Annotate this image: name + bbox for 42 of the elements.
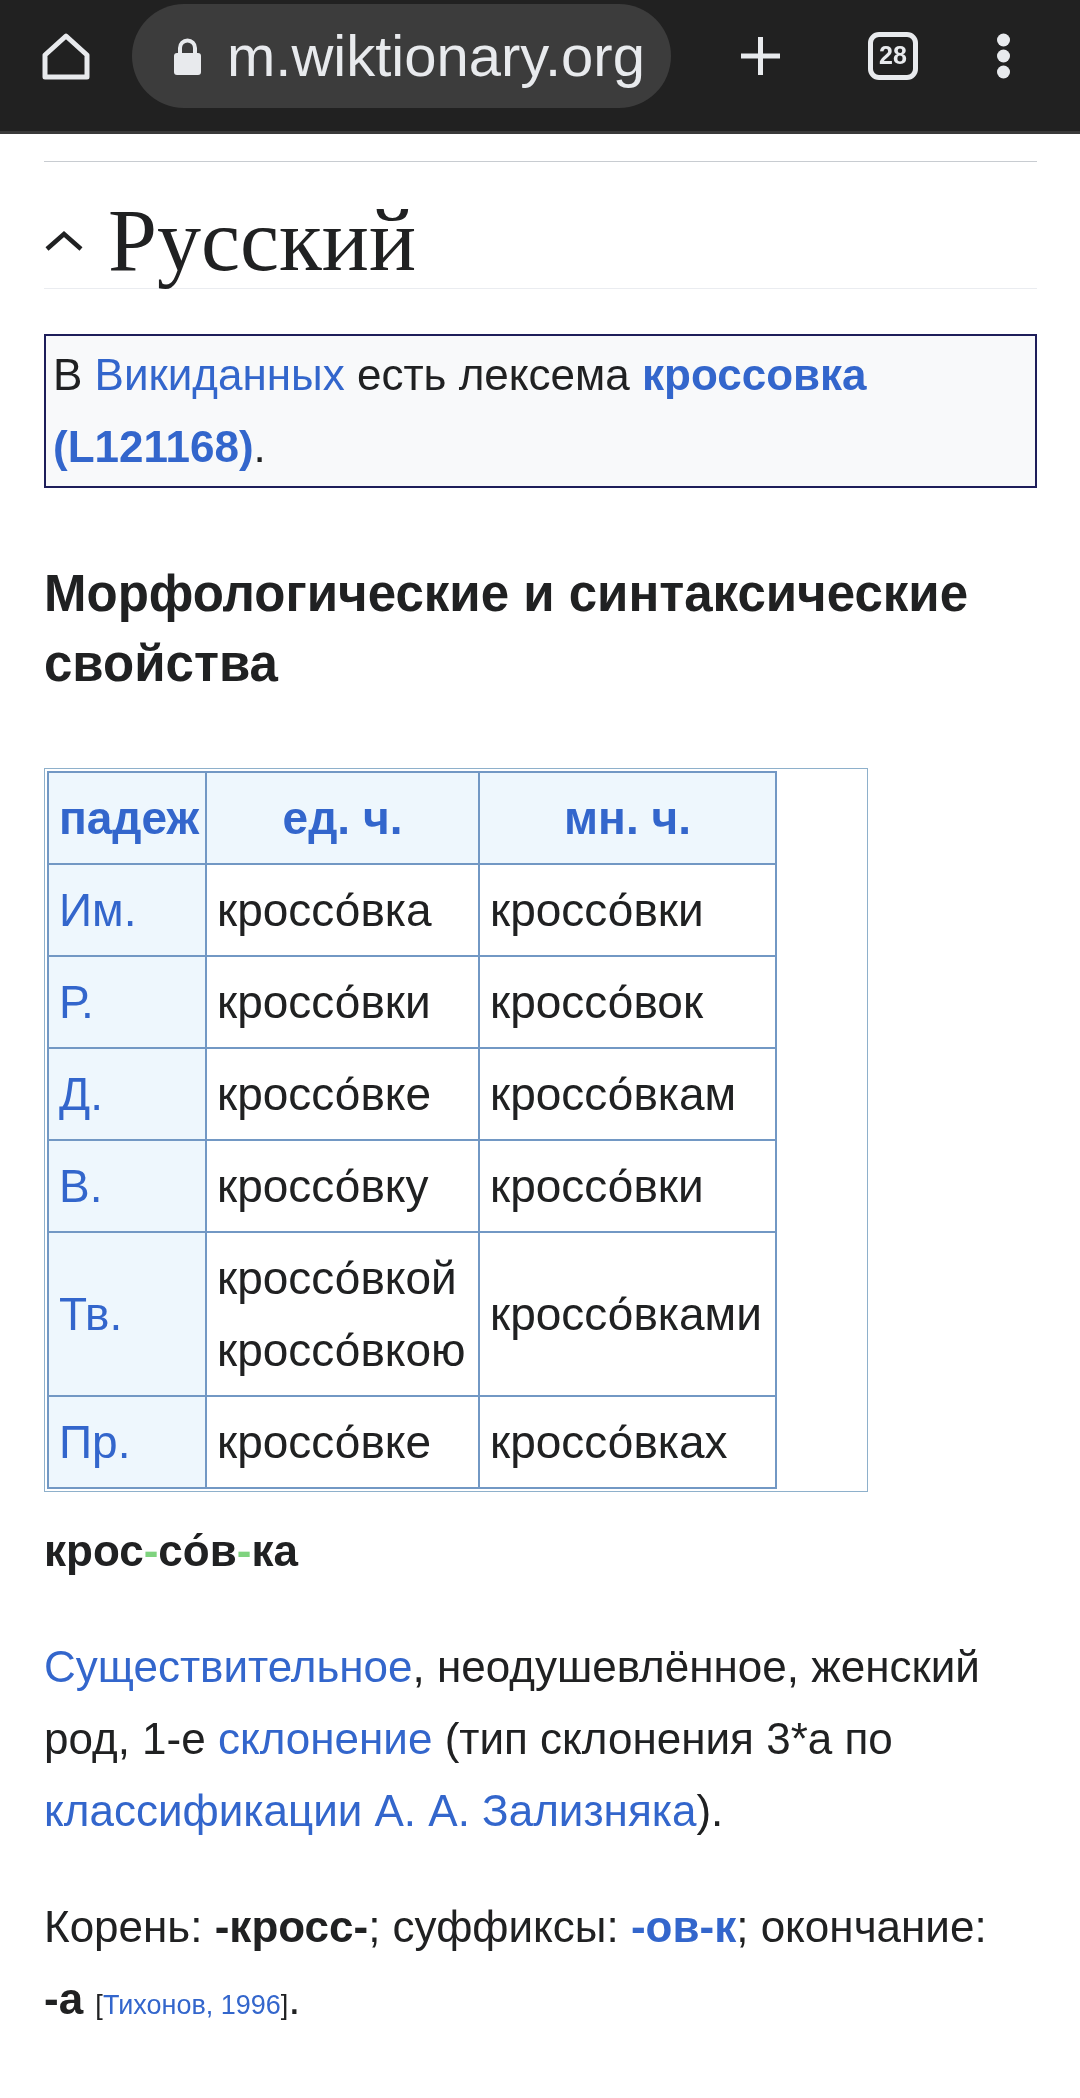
table-cell: кроссо́вками [479,1232,776,1396]
paragraph-text: Корень: -кросс-; суффиксы: -ов-к; окончание: -а [Тихонов, 1996]. [44,1901,988,2025]
row-header: Им. [48,864,206,956]
address-bar[interactable]: m.wiktionary.org [132,3,671,108]
reference-link[interactable]: Тихонов, 1996 [102,1990,281,2020]
table-cell: кроссо́вку [206,1140,479,1232]
table-cell: кроссо́вкой кроссо́вкою [206,1232,479,1396]
table-cell: кроссо́вки [479,864,776,956]
home-icon[interactable] [41,31,91,80]
inline-link[interactable]: Существительное [44,1642,413,1691]
column-header: ед. ч. [206,772,479,864]
row-header: Р. [48,956,206,1048]
row-header: Пр. [48,1396,206,1488]
table-cell: кроссо́вке [206,1048,479,1140]
table-cell: кроссо́вке [206,1396,479,1488]
subsection-title: Морфологические и синтаксические свойства [44,564,970,694]
inline-link[interactable]: склонение [217,1714,433,1763]
caret-icon[interactable] [44,230,84,252]
table-cell: кроссо́вки [479,1140,776,1232]
tab-switcher-button[interactable]: 28 [868,31,918,80]
inline-link[interactable]: классификации А. А. Зализняка [44,1786,697,1835]
inline-link[interactable]: кроссовка [642,350,867,399]
lock-icon [172,36,203,75]
table-cell: кроссо́вок [479,956,776,1048]
table-cell: кроссо́вка [206,864,479,956]
inline-link[interactable]: (L121168) [53,422,254,471]
table-cell: кроссо́вках [479,1396,776,1488]
column-header: падеж [48,772,206,864]
row-header: В. [48,1140,206,1232]
row-header: Тв. [48,1232,206,1396]
paragraph-text: Существительное, неодушевлённое, женский род, 1-е склонение (тип склонения 3*а по классификации А. А. Зализняка). [44,1641,981,1837]
inline-link[interactable]: Викиданных [94,350,345,399]
row-header: Д. [48,1048,206,1140]
syllabification-text: крос-со́в-ка [44,1525,300,1577]
section-title: Русский [108,194,416,288]
menu-icon[interactable] [995,32,1012,79]
notice-text: В Викиданных есть лексема кроссовка (L121168). [53,349,868,473]
inline-link[interactable]: -ов-к [630,1902,737,1951]
table-cell: кроссо́вки [206,956,479,1048]
column-header: мн. ч. [479,772,776,864]
table-cell: кроссо́вкам [479,1048,776,1140]
plus-icon[interactable] [738,34,783,77]
